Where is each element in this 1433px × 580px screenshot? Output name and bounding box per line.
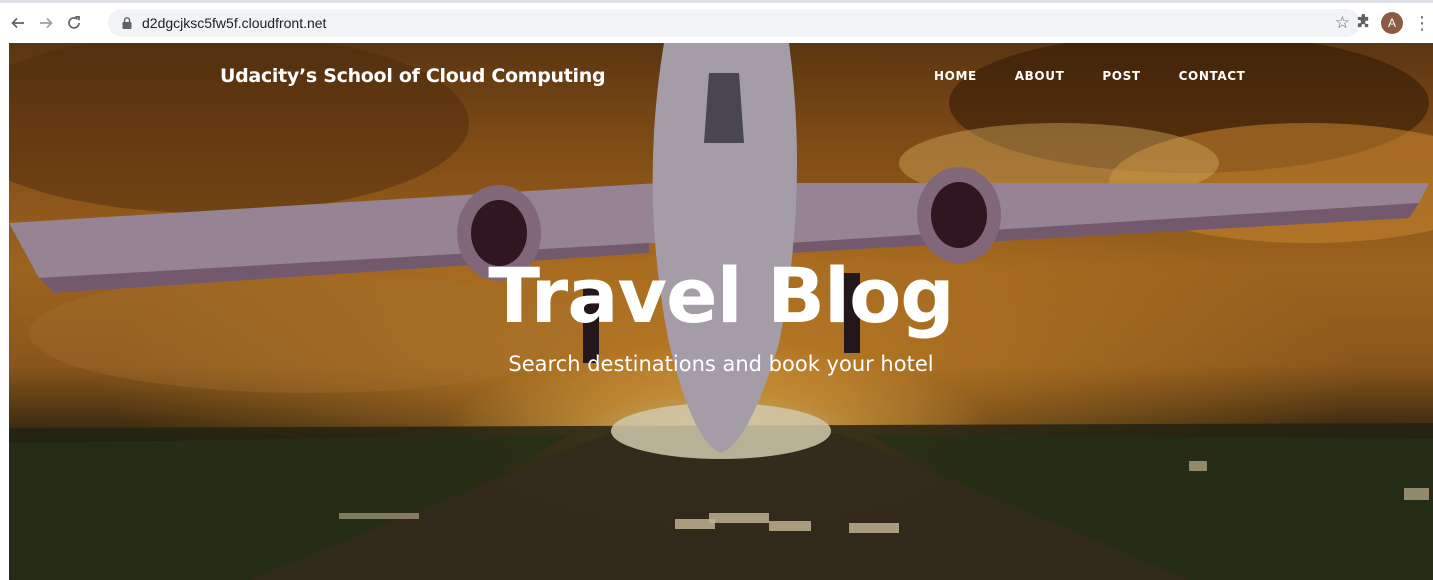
nav-about-link[interactable]: ABOUT bbox=[1015, 69, 1065, 83]
browser-toolbar: d2dgcjksc5fw5f.cloudfront.net ☆ A ⋮ bbox=[0, 3, 1433, 43]
hero-banner: Udacity’s School of Cloud Computing HOME… bbox=[9, 43, 1433, 580]
profile-avatar[interactable]: A bbox=[1381, 12, 1403, 34]
site-brand-link[interactable]: Udacity’s School of Cloud Computing bbox=[220, 65, 606, 87]
hero-subtitle: Search destinations and book your hotel bbox=[508, 352, 934, 376]
nav-contact-link[interactable]: CONTACT bbox=[1179, 69, 1246, 83]
star-icon[interactable]: ☆ bbox=[1335, 14, 1350, 32]
site-nav: HOME ABOUT POST CONTACT bbox=[934, 69, 1283, 83]
lock-icon bbox=[122, 17, 132, 29]
nav-home-link[interactable]: HOME bbox=[934, 69, 977, 83]
nav-post-link[interactable]: POST bbox=[1102, 69, 1140, 83]
forward-arrow-icon[interactable] bbox=[32, 9, 60, 37]
hero-title: Travel Blog bbox=[488, 251, 954, 340]
url-text: d2dgcjksc5fw5f.cloudfront.net bbox=[142, 15, 327, 31]
reload-icon[interactable] bbox=[60, 9, 88, 37]
back-arrow-icon[interactable] bbox=[4, 9, 32, 37]
puzzle-icon[interactable] bbox=[1356, 13, 1371, 33]
menu-dots-icon[interactable]: ⋮ bbox=[1413, 13, 1431, 34]
address-bar[interactable]: d2dgcjksc5fw5f.cloudfront.net ☆ bbox=[108, 9, 1360, 37]
